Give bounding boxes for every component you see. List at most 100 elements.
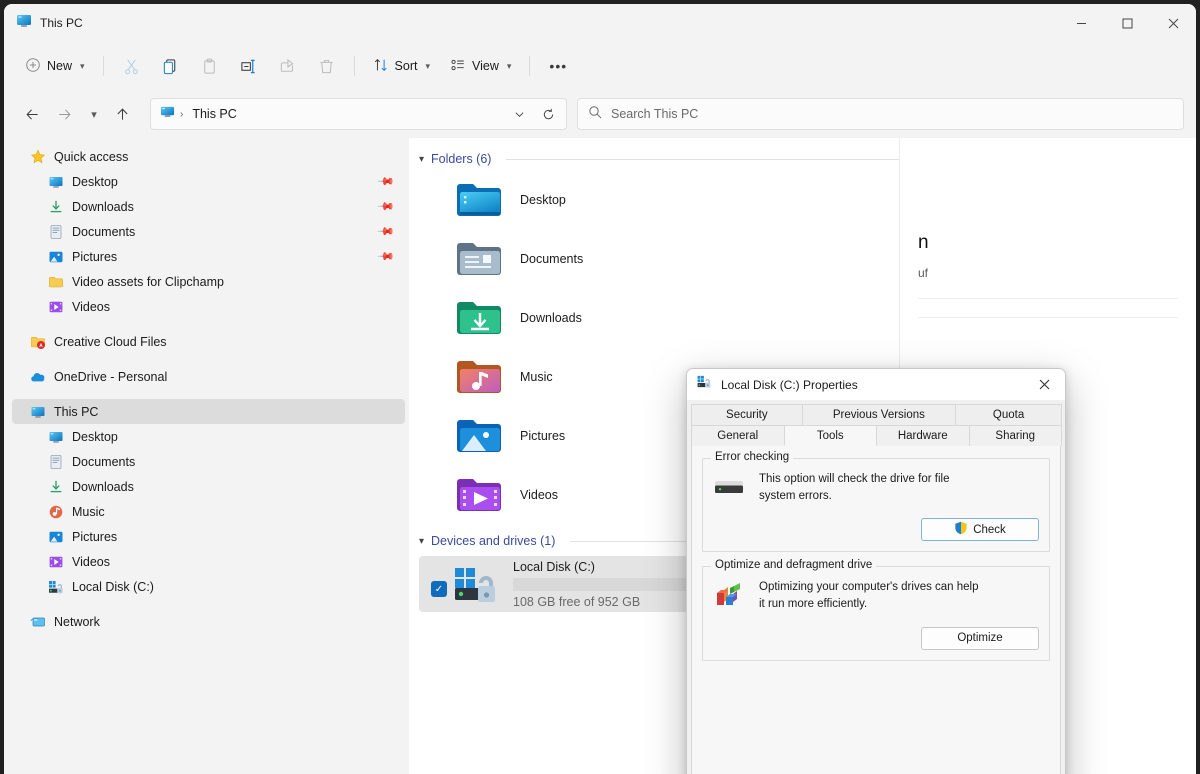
search-input[interactable]: Search This PC xyxy=(577,98,1184,130)
dialog-close-button[interactable] xyxy=(1023,369,1065,400)
pictures-icon xyxy=(48,249,64,265)
folders-group-label: Folders (6) xyxy=(431,152,492,166)
documents-folder-icon xyxy=(455,239,503,279)
tab-general[interactable]: General xyxy=(691,425,785,446)
sidebar-item-local-disk-c[interactable]: Local Disk (C:) xyxy=(12,574,405,599)
sidebar-item-this-pc[interactable]: This PC xyxy=(12,399,405,424)
close-button[interactable] xyxy=(1150,4,1196,42)
optimize-body: Optimizing your computer's drives can he… xyxy=(713,579,1039,612)
minimize-button[interactable] xyxy=(1058,4,1104,42)
check-button[interactable]: Check xyxy=(921,518,1039,542)
sidebar-item-this-pc-downloads[interactable]: Downloads xyxy=(12,474,405,499)
documents-icon xyxy=(48,224,64,240)
title-bar: This PC xyxy=(4,4,1196,42)
sidebar-item-pictures[interactable]: Pictures 📌 xyxy=(12,244,405,269)
downloads-icon xyxy=(48,479,64,495)
sidebar-item-onedrive-personal[interactable]: OneDrive - Personal xyxy=(12,364,405,389)
optimize-group: Optimize and defragment drive Optimizing… xyxy=(702,559,1050,661)
sidebar-item-label: Local Disk (C:) xyxy=(72,579,154,594)
sidebar-item-label: Creative Cloud Files xyxy=(54,334,167,349)
sidebar-item-this-pc-music[interactable]: Music xyxy=(12,499,405,524)
pin-icon[interactable]: 📌 xyxy=(377,247,396,266)
sidebar-item-label: Video assets for Clipchamp xyxy=(72,274,224,289)
desktop-icon xyxy=(48,174,64,190)
address-path-box[interactable]: › This PC xyxy=(150,98,567,130)
downloads-icon xyxy=(48,199,64,215)
sidebar-item-label: Pictures xyxy=(72,529,118,544)
error-checking-actions: Check xyxy=(713,518,1039,542)
sidebar-item-videos[interactable]: Videos xyxy=(12,294,405,319)
address-dropdown-button[interactable] xyxy=(507,102,531,126)
sidebar-item-this-pc-videos[interactable]: Videos xyxy=(12,549,405,574)
tab-hardware[interactable]: Hardware xyxy=(876,425,970,446)
sidebar-item-downloads[interactable]: Downloads 📌 xyxy=(12,194,405,219)
list-item-label: Downloads xyxy=(520,310,582,325)
drive-checkbox[interactable]: ✓ xyxy=(431,581,447,597)
sidebar-item-label: Pictures xyxy=(72,249,118,264)
share-icon[interactable] xyxy=(269,49,306,83)
plus-circle-icon xyxy=(25,57,41,76)
back-button[interactable] xyxy=(16,98,48,130)
refresh-button[interactable] xyxy=(536,102,560,126)
tab-previous-versions[interactable]: Previous Versions xyxy=(801,404,957,425)
navigation-pane: Quick access Desktop 📌 Downloads 📌 Docum… xyxy=(4,138,409,774)
pin-icon[interactable]: 📌 xyxy=(377,172,396,191)
sidebar-item-label: Quick access xyxy=(54,149,129,164)
sidebar-item-this-pc-desktop[interactable]: Desktop xyxy=(12,424,405,449)
sidebar-item-documents[interactable]: Documents 📌 xyxy=(12,219,405,244)
list-item-label: Desktop xyxy=(520,192,566,207)
sidebar-item-desktop[interactable]: Desktop 📌 xyxy=(12,169,405,194)
see-more-button[interactable]: ••• xyxy=(539,49,577,83)
chevron-down-icon: ▾ xyxy=(91,108,97,121)
toolbar-divider-2 xyxy=(353,56,355,76)
tab-panel-tools: Error checking This option will check th… xyxy=(691,446,1061,774)
window-controls xyxy=(1058,4,1196,42)
optimize-button[interactable]: Optimize xyxy=(921,626,1039,650)
defrag-icon xyxy=(713,581,745,611)
new-button[interactable]: New ▾ xyxy=(16,49,94,83)
tab-sharing[interactable]: Sharing xyxy=(968,425,1062,446)
sidebar-item-network[interactable]: Network xyxy=(12,609,405,634)
drive-icon xyxy=(697,375,713,394)
chevron-down-icon: ▾ xyxy=(425,60,431,71)
up-button[interactable] xyxy=(106,98,138,130)
recent-locations-button[interactable]: ▾ xyxy=(80,98,106,130)
paste-icon[interactable] xyxy=(191,49,228,83)
sidebar-item-this-pc-documents[interactable]: Documents xyxy=(12,449,405,474)
tab-quota[interactable]: Quota xyxy=(955,404,1062,425)
chevron-down-icon[interactable]: ▾ xyxy=(419,154,424,165)
breadcrumb-separator: › xyxy=(180,108,184,120)
address-bar: ▾ › This PC Search This PC xyxy=(4,90,1196,138)
videos-icon xyxy=(48,299,64,315)
dialog-title: Local Disk (C:) Properties xyxy=(721,377,858,392)
pin-icon[interactable]: 📌 xyxy=(377,197,396,216)
sidebar-item-this-pc-pictures[interactable]: Pictures xyxy=(12,524,405,549)
sidebar-item-label: OneDrive - Personal xyxy=(54,369,168,384)
tab-tools[interactable]: Tools xyxy=(783,425,877,446)
search-icon xyxy=(588,105,602,124)
sidebar-item-label: Downloads xyxy=(72,199,134,214)
details-subtitle: uf xyxy=(918,266,929,280)
view-button[interactable]: View ▾ xyxy=(441,49,520,83)
optimize-legend: Optimize and defragment drive xyxy=(711,559,877,572)
sidebar-item-creative-cloud-files[interactable]: Creative Cloud Files xyxy=(12,329,405,354)
breadcrumb-this-pc[interactable]: This PC xyxy=(188,105,240,123)
maximize-button[interactable] xyxy=(1104,4,1150,42)
list-item-label: Pictures xyxy=(520,428,566,443)
sidebar-item-video-assets[interactable]: Video assets for Clipchamp xyxy=(12,269,405,294)
pictures-folder-icon xyxy=(455,416,503,456)
sort-button[interactable]: Sort ▾ xyxy=(364,49,439,83)
creative-cloud-icon xyxy=(30,334,46,350)
tab-security[interactable]: Security xyxy=(691,404,803,425)
delete-icon[interactable] xyxy=(308,49,345,83)
cut-icon[interactable] xyxy=(113,49,150,83)
sort-icon xyxy=(373,57,389,76)
error-checking-body: This option will check the drive for fil… xyxy=(713,471,1039,504)
chevron-down-icon[interactable]: ▾ xyxy=(419,536,424,547)
copy-icon[interactable] xyxy=(152,49,189,83)
sidebar-item-quick-access[interactable]: Quick access xyxy=(12,144,405,169)
rename-icon[interactable] xyxy=(230,49,267,83)
forward-button[interactable] xyxy=(48,98,80,130)
pin-icon[interactable]: 📌 xyxy=(377,222,396,241)
dialog-tabstrip: Security Previous Versions Quota General… xyxy=(687,400,1065,446)
